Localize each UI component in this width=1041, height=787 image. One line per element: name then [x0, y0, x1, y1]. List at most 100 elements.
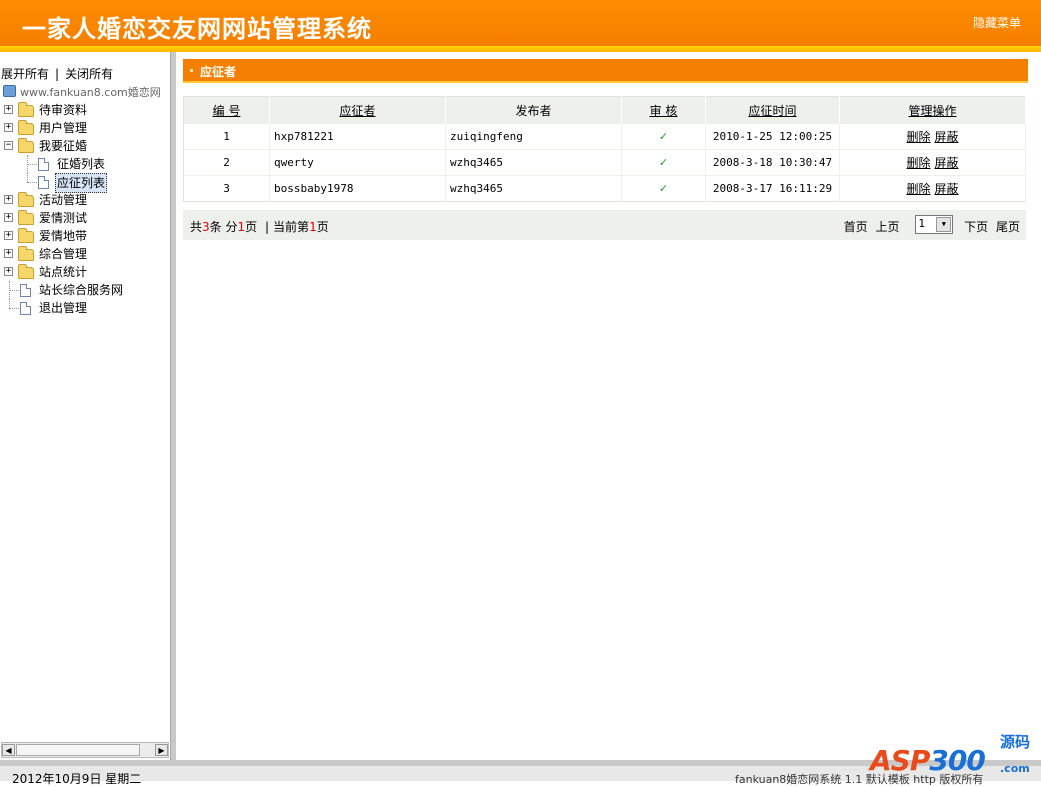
tree-item-ad-list[interactable]: 征婚列表: [0, 155, 170, 173]
tree-item-label-selected[interactable]: 应征列表: [55, 173, 108, 193]
cell-actions: 删除 屏蔽: [839, 175, 1026, 202]
cell-audit[interactable]: ✓: [621, 175, 706, 202]
tree-item-label[interactable]: 爱情地带: [39, 227, 87, 245]
tree-item-label[interactable]: 征婚列表: [57, 155, 105, 173]
block-link[interactable]: 屏蔽: [935, 130, 959, 144]
document-icon: [38, 176, 49, 189]
folder-icon: [18, 102, 34, 117]
tree-item-label[interactable]: 综合管理: [39, 245, 87, 263]
cell-time: 2008-3-18 10:30:47: [705, 149, 840, 176]
main-content: 应征者 编 号 应征者 发布者 审 核 应征时间 管理操作 1 hxp78122…: [176, 52, 1041, 760]
first-page-link[interactable]: 首页: [844, 220, 868, 234]
tree-item-applicant-list[interactable]: 应征列表: [0, 173, 170, 193]
tree-item-label[interactable]: 站点统计: [39, 263, 87, 281]
cell-publisher: wzhq3465: [445, 175, 622, 202]
sidebar-horizontal-scrollbar[interactable]: ◀ ▶: [1, 742, 169, 758]
tree-item-general-management[interactable]: + 综合管理: [0, 245, 170, 263]
tree-item-pending-profiles[interactable]: + 待审资料: [0, 101, 170, 119]
cell-audit[interactable]: ✓: [621, 123, 706, 150]
tree-line: [27, 164, 37, 165]
nav-tree: www.fankuan8.com婚恋网 + 待审资料 + 用户管理 − 我要征婚…: [0, 83, 170, 317]
delete-link[interactable]: 删除: [906, 130, 930, 144]
last-page-link[interactable]: 尾页: [996, 220, 1020, 234]
page-select[interactable]: 1 ▼: [915, 215, 954, 234]
cell-audit[interactable]: ✓: [621, 149, 706, 176]
tree-item-webmaster-service[interactable]: 站长综合服务网: [0, 281, 170, 299]
watermark-brand: ASP300: [870, 744, 986, 777]
check-icon[interactable]: ✓: [659, 156, 668, 169]
document-icon: [20, 284, 31, 297]
pager-separator: |: [265, 220, 270, 234]
tree-item-logout[interactable]: 退出管理: [0, 299, 170, 317]
scroll-left-arrow-icon[interactable]: ◀: [2, 744, 15, 756]
tree-line: [9, 308, 19, 309]
expand-all-link[interactable]: 展开所有: [1, 67, 49, 81]
pagination-nav: 首页 上页 1 ▼ 下页 尾页: [840, 215, 1020, 237]
scroll-thumb[interactable]: [16, 744, 140, 756]
tree-toggle-links: 展开所有 | 关闭所有: [1, 65, 113, 82]
folder-icon: [18, 120, 34, 135]
check-icon[interactable]: ✓: [659, 182, 668, 195]
tree-item-marriage-ads[interactable]: − 我要征婚: [0, 137, 170, 155]
delete-link[interactable]: 删除: [906, 156, 930, 170]
col-header-applicant[interactable]: 应征者: [269, 96, 446, 124]
tree-links-separator: |: [55, 67, 60, 81]
hide-menu-link[interactable]: 隐藏菜单: [973, 14, 1021, 31]
tree-item-label[interactable]: 退出管理: [39, 299, 87, 317]
cell-id: 3: [183, 175, 270, 202]
tree-item-user-management[interactable]: + 用户管理: [0, 119, 170, 137]
expand-plus-icon[interactable]: +: [4, 249, 13, 258]
col-header-time[interactable]: 应征时间: [705, 96, 840, 124]
expand-plus-icon[interactable]: +: [4, 231, 13, 240]
expand-plus-icon[interactable]: +: [4, 123, 13, 132]
col-header-audit[interactable]: 审 核: [621, 96, 706, 124]
tree-item-label[interactable]: 我要征婚: [39, 137, 87, 155]
site-title: 一家人婚恋交友网网站管理系统: [22, 15, 372, 43]
tree-item-label[interactable]: 用户管理: [39, 119, 87, 137]
top-header: 一家人婚恋交友网网站管理系统 隐藏菜单: [0, 0, 1041, 46]
expand-plus-icon[interactable]: +: [4, 213, 13, 222]
delete-link[interactable]: 删除: [906, 182, 930, 196]
col-header-actions[interactable]: 管理操作: [839, 96, 1026, 124]
sidebar-tree-panel: 展开所有 | 关闭所有 www.fankuan8.com婚恋网 + 待审资料 + 用…: [0, 52, 170, 760]
tree-root[interactable]: www.fankuan8.com婚恋网: [0, 83, 170, 101]
tree-item-label[interactable]: 活动管理: [39, 191, 87, 209]
applicants-table: 编 号 应征者 发布者 审 核 应征时间 管理操作 1 hxp781221 zu…: [183, 96, 1026, 202]
tree-line: [9, 299, 10, 308]
total-count: 3: [202, 220, 210, 234]
prev-page-link[interactable]: 上页: [875, 220, 899, 234]
scroll-right-arrow-icon[interactable]: ▶: [155, 744, 168, 756]
cell-publisher: wzhq3465: [445, 149, 622, 176]
cell-id: 1: [183, 123, 270, 150]
watermark-tag: 源码: [1000, 733, 1031, 751]
total-prefix: 共: [190, 220, 203, 234]
watermark-domain: .com: [1000, 762, 1030, 775]
collapse-all-link[interactable]: 关闭所有: [65, 67, 113, 81]
block-link[interactable]: 屏蔽: [935, 182, 959, 196]
table-row: 1 hxp781221 zuiqingfeng ✓ 2010-1-25 12:0…: [183, 123, 1026, 150]
tree-item-label[interactable]: 站长综合服务网: [39, 281, 123, 299]
cell-time: 2008-3-17 16:11:29: [705, 175, 840, 202]
collapse-minus-icon[interactable]: −: [4, 141, 13, 150]
folder-icon: [18, 192, 34, 207]
next-page-link[interactable]: 下页: [964, 220, 988, 234]
page-count: 1: [237, 220, 246, 234]
tree-item-site-statistics[interactable]: + 站点统计: [0, 263, 170, 281]
computer-icon: [3, 85, 16, 97]
expand-plus-icon[interactable]: +: [4, 105, 13, 114]
block-link[interactable]: 屏蔽: [935, 156, 959, 170]
tree-item-label[interactable]: 爱情测试: [39, 209, 87, 227]
cell-actions: 删除 屏蔽: [839, 149, 1026, 176]
page-select-value: 1: [918, 217, 925, 230]
tree-item-love-test[interactable]: + 爱情测试: [0, 209, 170, 227]
asp300-watermark-logo: ASP300 源码 .com: [870, 728, 1035, 778]
col-header-id[interactable]: 编 号: [183, 96, 270, 124]
check-icon[interactable]: ✓: [659, 130, 668, 143]
tree-item-love-zone[interactable]: + 爱情地带: [0, 227, 170, 245]
current-page: 1: [309, 220, 317, 234]
chevron-down-icon[interactable]: ▼: [936, 217, 952, 232]
expand-plus-icon[interactable]: +: [4, 195, 13, 204]
tree-item-label[interactable]: 待审资料: [39, 101, 87, 119]
expand-plus-icon[interactable]: +: [4, 267, 13, 276]
tree-item-activity-management[interactable]: + 活动管理: [0, 191, 170, 209]
